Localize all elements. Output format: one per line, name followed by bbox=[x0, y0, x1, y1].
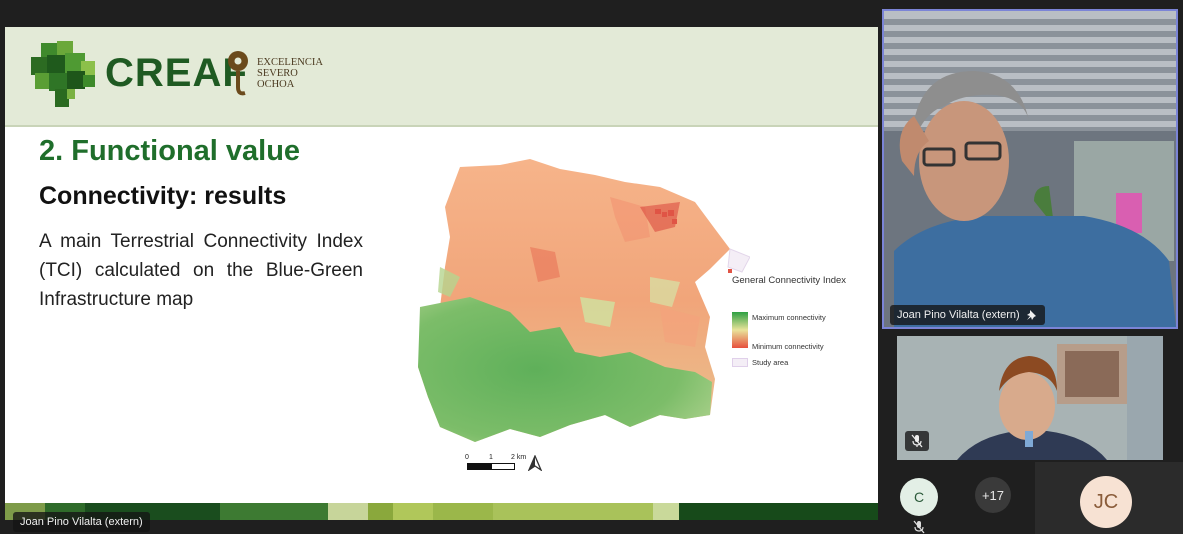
legend-gradient bbox=[732, 312, 748, 348]
slide-header: CREAF EXCELENCIA SEVERO OCHOA bbox=[5, 27, 878, 127]
active-speaker-video-tile[interactable]: Joan Pino Vilalta (extern) bbox=[882, 9, 1178, 329]
participant-row: C +17 bbox=[882, 462, 1032, 534]
legend-max-label: Maximum connectivity bbox=[752, 313, 826, 322]
scale-tick-0: 0 bbox=[465, 454, 469, 461]
avatar-c[interactable]: C bbox=[900, 478, 938, 516]
pin-icon[interactable] bbox=[1026, 309, 1038, 321]
avatar-c-mic-muted-icon bbox=[913, 520, 925, 534]
creaf-logo-icon bbox=[31, 41, 95, 107]
severo-ochoa-text: EXCELENCIA SEVERO OCHOA bbox=[257, 57, 323, 90]
scale-tick-1: 1 bbox=[489, 454, 493, 461]
scale-bar-light bbox=[491, 463, 515, 470]
study-area-swatch bbox=[732, 358, 748, 367]
participant-video-tile[interactable] bbox=[897, 336, 1163, 460]
slide-body-text: A main Terrestrial Connectivity Index (T… bbox=[39, 231, 363, 310]
presenter-name-tag: Joan Pino Vilalta (extern) bbox=[13, 512, 150, 532]
legend-title: General Connectivity Index bbox=[732, 275, 847, 286]
active-speaker-name: Joan Pino Vilalta (extern) bbox=[897, 309, 1020, 321]
shared-slide: CREAF EXCELENCIA SEVERO OCHOA 2. Functio… bbox=[5, 27, 878, 520]
severo-ochoa-logo-icon bbox=[228, 51, 248, 96]
avatar-jc: JC bbox=[1080, 476, 1132, 528]
legend-min-label: Minimum connectivity bbox=[752, 342, 824, 351]
mic-muted-icon bbox=[905, 431, 929, 451]
active-speaker-name-tag: Joan Pino Vilalta (extern) bbox=[890, 305, 1045, 325]
legend-study-area-label: Study area bbox=[752, 358, 789, 367]
participant-video-feed bbox=[897, 336, 1163, 460]
scale-bar-dark bbox=[467, 463, 492, 470]
connectivity-map bbox=[418, 159, 750, 442]
speaker-video-feed bbox=[884, 11, 1176, 327]
slide-subtitle: Connectivity: results bbox=[39, 182, 287, 210]
participant-tile-jc[interactable]: JC bbox=[1035, 462, 1183, 534]
north-arrow-icon bbox=[528, 455, 542, 471]
slide-title: 2. Functional value bbox=[39, 135, 301, 167]
more-participants-button[interactable]: +17 bbox=[975, 477, 1011, 513]
scale-tick-2: 2 km bbox=[511, 454, 527, 461]
